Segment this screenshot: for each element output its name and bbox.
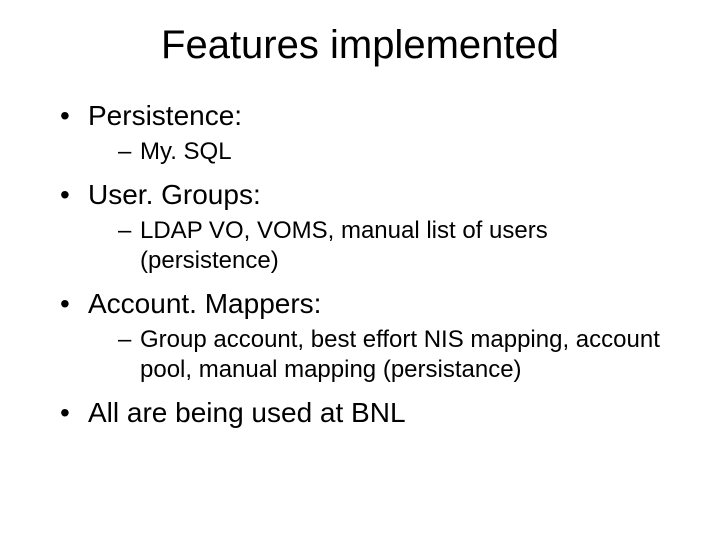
sub-list-item: My. SQL bbox=[118, 137, 690, 167]
list-item-label: All are being used at BNL bbox=[88, 397, 406, 428]
bullet-list: Persistence: My. SQL User. Groups: LDAP … bbox=[30, 98, 690, 430]
list-item: Persistence: My. SQL bbox=[60, 98, 690, 167]
sub-list: Group account, best effort NIS mapping, … bbox=[88, 325, 690, 385]
sub-list-item: LDAP VO, VOMS, manual list of users (per… bbox=[118, 216, 690, 276]
list-item: All are being used at BNL bbox=[60, 395, 690, 430]
slide-title: Features implemented bbox=[30, 23, 690, 68]
list-item: User. Groups: LDAP VO, VOMS, manual list… bbox=[60, 177, 690, 276]
list-item: Account. Mappers: Group account, best ef… bbox=[60, 286, 690, 385]
list-item-label: User. Groups: bbox=[88, 179, 261, 210]
slide: Features implemented Persistence: My. SQ… bbox=[0, 0, 720, 540]
sub-list: LDAP VO, VOMS, manual list of users (per… bbox=[88, 216, 690, 276]
list-item-label: Persistence: bbox=[88, 100, 242, 131]
list-item-label: Account. Mappers: bbox=[88, 288, 321, 319]
sub-list-item: Group account, best effort NIS mapping, … bbox=[118, 325, 690, 385]
sub-list: My. SQL bbox=[88, 137, 690, 167]
